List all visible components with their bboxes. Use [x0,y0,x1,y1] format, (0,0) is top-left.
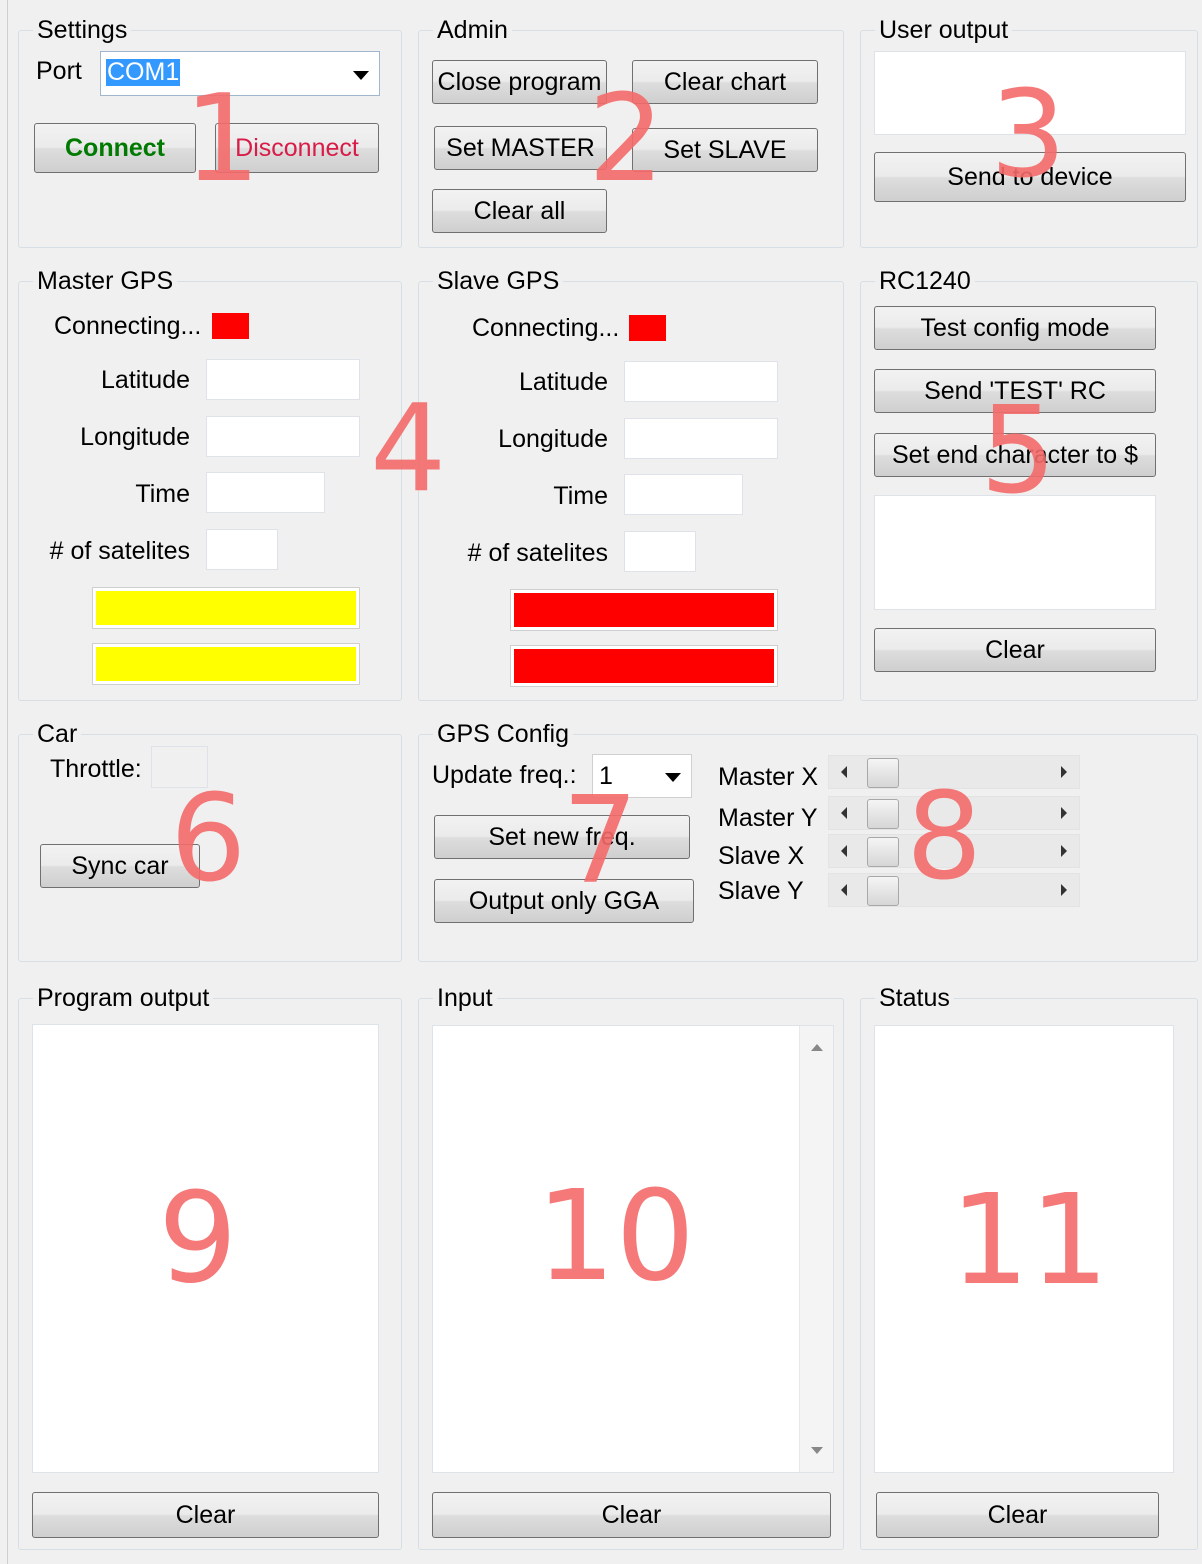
port-selected-value: COM1 [106,58,181,86]
status-clear-button[interactable]: Clear [876,1492,1159,1538]
scroll-left-icon[interactable] [841,884,847,896]
close-program-button[interactable]: Close program [432,60,607,104]
annotation-5: 5 [980,382,1057,521]
master-y-label: Master Y [718,804,818,832]
input-clear-button[interactable]: Clear [432,1492,831,1538]
master-satellites-label: # of satelites [49,537,190,565]
scroll-up-icon[interactable] [810,1044,823,1051]
annotation-11: 11 [950,1168,1110,1313]
slave-time-label: Time [553,482,608,510]
program-output-title: Program output [33,983,214,1013]
window-left-edge [0,0,8,1564]
program-output-clear-button[interactable]: Clear [32,1492,379,1538]
master-gps-title: Master GPS [33,266,178,296]
user-output-title: User output [875,15,1013,45]
car-title: Car [33,719,82,749]
slave-y-label: Slave Y [718,877,804,905]
admin-title: Admin [433,15,512,45]
settings-title: Settings [33,15,132,45]
annotation-6: 6 [170,770,247,909]
rc1240-title: RC1240 [875,266,975,296]
master-latitude-field[interactable] [206,359,360,400]
master-satellites-field[interactable] [206,529,278,570]
master-longitude-label: Longitude [80,423,190,451]
master-longitude-field[interactable] [206,416,360,457]
slave-gps-title: Slave GPS [433,266,564,296]
set-master-button[interactable]: Set MASTER [434,126,607,170]
scroll-left-icon[interactable] [841,766,847,778]
annotation-1: 1 [184,70,261,209]
annotation-7: 7 [562,772,639,911]
slave-latitude-label: Latitude [519,368,608,396]
annotation-4: 4 [370,380,447,519]
slave-satellites-label: # of satelites [467,539,608,567]
slave-x-label: Slave X [718,842,805,870]
master-status-indicator [212,313,249,339]
input-title: Input [433,983,497,1013]
scroll-right-icon[interactable] [1061,884,1067,896]
slave-x-slider-thumb[interactable] [867,837,899,867]
annotation-9: 9 [158,1166,238,1311]
annotation-3: 3 [990,66,1067,205]
slave-status-label: Connecting... [472,314,620,342]
slave-signal-bar-1 [510,589,778,631]
scroll-right-icon[interactable] [1061,845,1067,857]
master-x-label: Master X [718,763,819,791]
gps-config-title: GPS Config [433,719,574,749]
update-freq-label: Update freq.: [432,761,577,789]
chevron-down-icon[interactable] [353,70,369,80]
master-latitude-label: Latitude [101,366,190,394]
scroll-right-icon[interactable] [1061,807,1067,819]
master-time-label: Time [135,480,190,508]
slave-satellites-field[interactable] [624,531,696,572]
annotation-8: 8 [906,768,983,907]
master-signal-bar-1 [92,587,360,629]
master-status-label: Connecting... [54,312,202,340]
status-title: Status [875,983,954,1013]
master-signal-bar-2 [92,643,360,685]
clear-all-button[interactable]: Clear all [432,189,607,233]
connect-button[interactable]: Connect [34,123,196,173]
slave-time-field[interactable] [624,474,743,515]
rc1240-clear-button[interactable]: Clear [874,628,1156,672]
master-x-slider-thumb[interactable] [867,758,899,788]
annotation-2: 2 [588,70,665,209]
slave-latitude-field[interactable] [624,361,778,402]
master-y-slider-thumb[interactable] [867,799,899,829]
slave-longitude-label: Longitude [498,425,608,453]
scroll-left-icon[interactable] [841,807,847,819]
master-time-field[interactable] [206,472,325,513]
scroll-left-icon[interactable] [841,845,847,857]
slave-longitude-field[interactable] [624,418,778,459]
slave-status-indicator [629,315,666,341]
throttle-label: Throttle: [50,755,142,783]
annotation-10: 10 [536,1164,696,1309]
scroll-right-icon[interactable] [1061,766,1067,778]
test-config-mode-button[interactable]: Test config mode [874,306,1156,350]
scroll-down-icon[interactable] [810,1447,823,1454]
slave-y-slider-thumb[interactable] [867,876,899,906]
chevron-down-icon[interactable] [665,773,681,782]
slave-signal-bar-2 [510,645,778,687]
input-scrollbar[interactable] [799,1026,833,1472]
port-label: Port [36,57,82,85]
